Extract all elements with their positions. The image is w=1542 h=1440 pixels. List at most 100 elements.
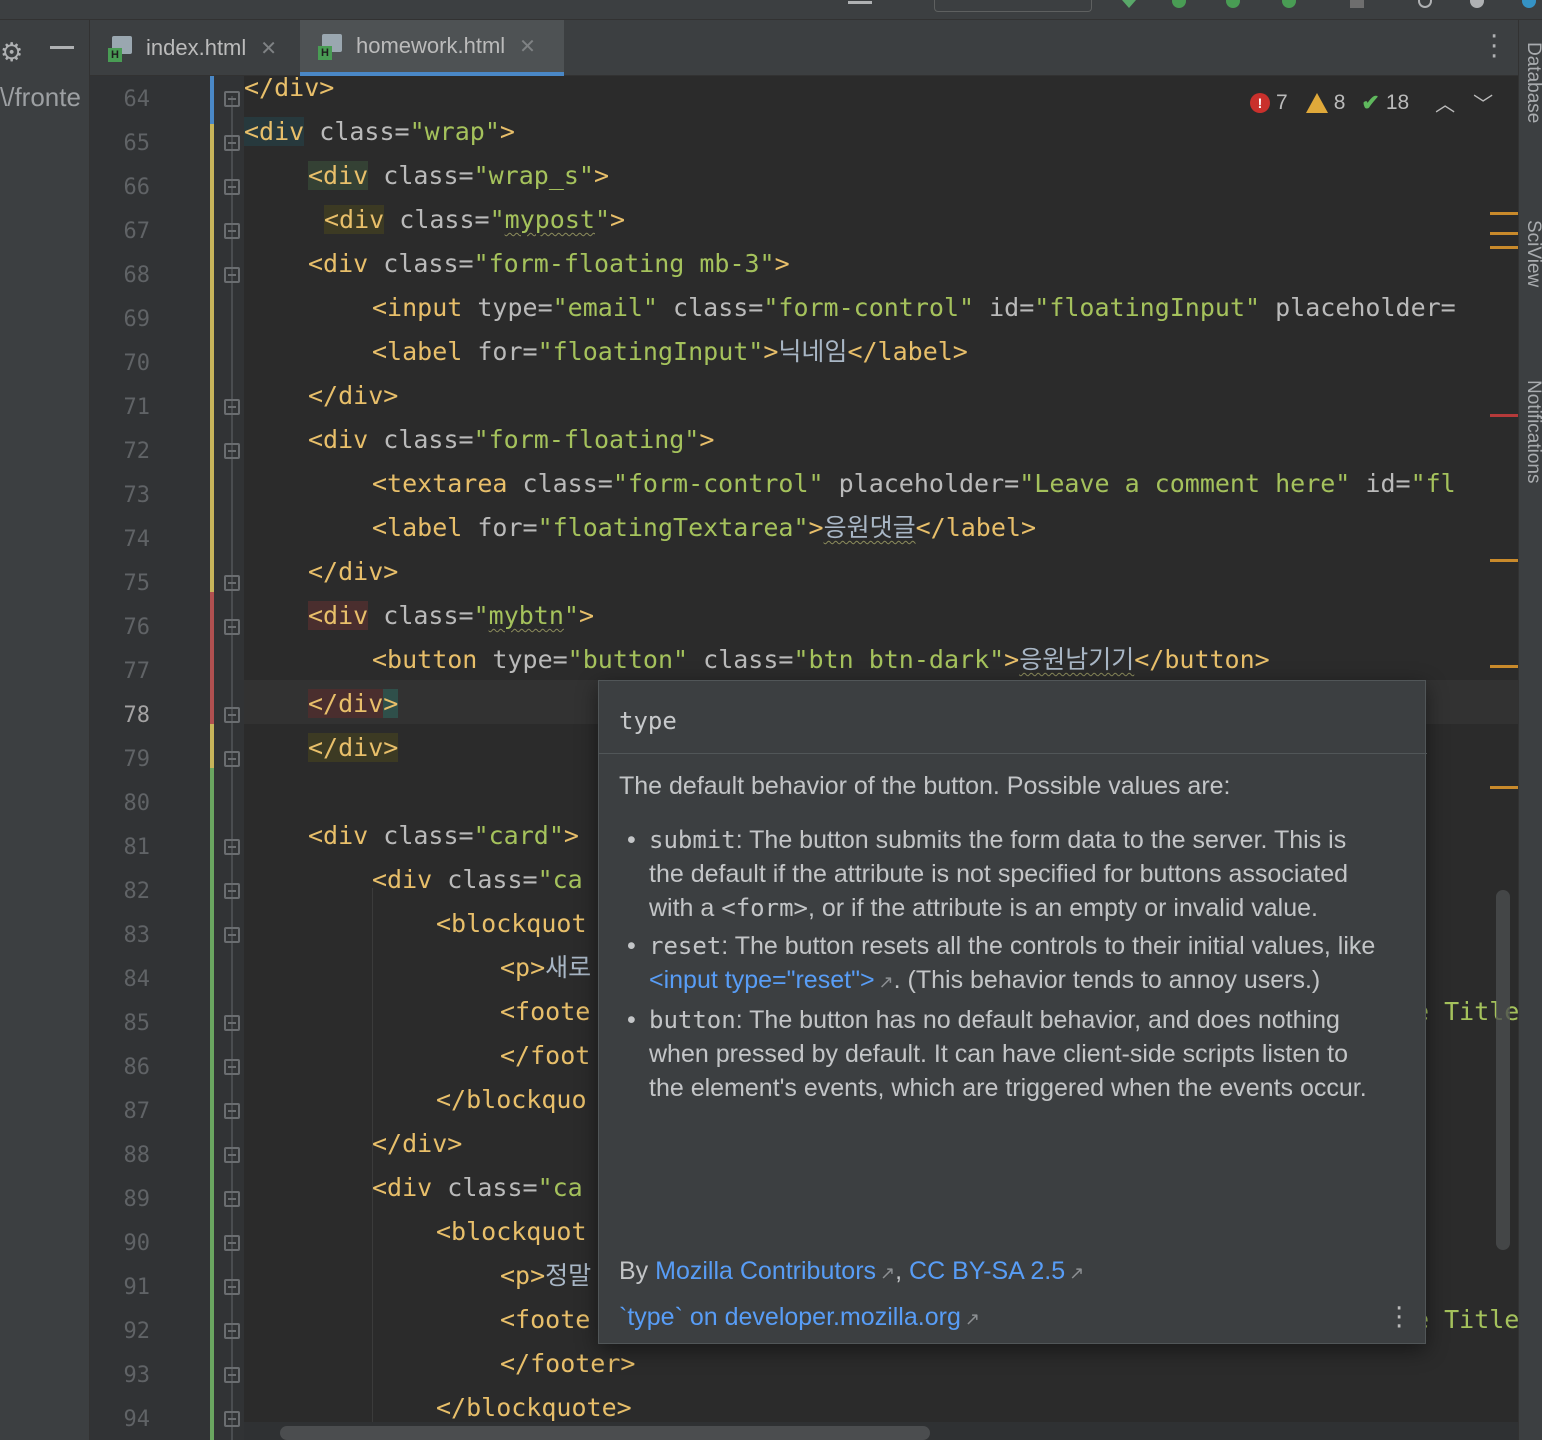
line-number: 93 <box>123 1363 151 1388</box>
fold-icon[interactable] <box>224 839 240 855</box>
code-line-93: </footer> <box>500 1349 636 1378</box>
coverage-icon[interactable] <box>1226 0 1240 8</box>
more-vertical-icon[interactable]: · · · <box>1490 24 1498 70</box>
fold-icon[interactable] <box>224 927 240 943</box>
vertical-scrollbar[interactable] <box>1496 890 1510 1250</box>
warning-marker[interactable] <box>1490 232 1518 235</box>
tab-index-html[interactable]: H index.html ✕ <box>90 20 300 76</box>
fold-icon[interactable] <box>224 575 240 591</box>
vcs-change-marker[interactable] <box>210 768 214 1440</box>
project-tool-window: ⚙ \/fronte <box>0 20 90 1440</box>
code-line-87: </blockquo <box>436 1085 587 1114</box>
doc-bullet-submit: submit: The button submits the form data… <box>619 823 1379 925</box>
fold-icon[interactable] <box>224 1191 240 1207</box>
mozilla-contributors-link[interactable]: Mozilla Contributors <box>655 1257 876 1285</box>
fold-icon[interactable] <box>224 1279 240 1295</box>
sciview-tool-button[interactable]: SciView <box>1522 220 1542 287</box>
fold-icon[interactable] <box>224 619 240 635</box>
line-number: 77 <box>123 659 151 684</box>
warning-marker[interactable] <box>1490 246 1518 249</box>
profile-icon[interactable] <box>1282 0 1296 8</box>
run-config-selector[interactable] <box>934 0 1092 12</box>
fold-icon[interactable] <box>224 223 240 239</box>
fold-icon[interactable] <box>224 1015 240 1031</box>
fold-icon[interactable] <box>224 1411 240 1427</box>
fold-icon[interactable] <box>224 1059 240 1075</box>
fold-icon[interactable] <box>224 179 240 195</box>
line-number: 86 <box>123 1055 151 1080</box>
error-marker[interactable] <box>1490 414 1518 417</box>
external-link-icon: ↗ <box>880 1263 896 1283</box>
ide-logo-icon <box>1522 0 1536 8</box>
fold-icon[interactable] <box>224 1235 240 1251</box>
line-number: 88 <box>123 1143 151 1168</box>
vcs-change-marker[interactable] <box>210 124 214 596</box>
debug-icon[interactable] <box>1172 0 1186 8</box>
warning-marker[interactable] <box>1490 786 1518 789</box>
doc-intro: The default behavior of the button. Poss… <box>619 772 1231 800</box>
vcs-change-marker[interactable] <box>210 592 214 724</box>
line-number: 90 <box>123 1231 151 1256</box>
warning-marker[interactable] <box>1490 559 1518 562</box>
code-line-86: </foot <box>500 1041 591 1070</box>
mdn-link[interactable]: `type` on developer.mozilla.org <box>619 1303 961 1331</box>
fold-icon[interactable] <box>224 1323 240 1339</box>
chevron-up-icon[interactable]: ︿ <box>1435 88 1455 117</box>
more-vertical-icon[interactable]: · · · <box>1395 1296 1403 1340</box>
fold-icon[interactable] <box>224 751 240 767</box>
line-number: 64 <box>123 87 151 112</box>
database-tool-button[interactable]: Database <box>1522 42 1542 123</box>
doc-title: type <box>619 707 677 735</box>
vcs-change-marker[interactable] <box>210 76 214 124</box>
fold-icon[interactable] <box>224 707 240 723</box>
fold-icon[interactable] <box>224 883 240 899</box>
code-line-71: </div> <box>308 381 399 410</box>
gear-icon[interactable]: ⚙ <box>0 38 23 68</box>
collapse-icon[interactable] <box>50 46 74 49</box>
input-reset-link[interactable]: <input type="reset"> <box>649 966 875 994</box>
code-line-65: <div class="wrap"> <box>244 117 515 146</box>
doc-footer: By Mozilla Contributors ↗, CC BY-SA 2.5 ↗ … <box>619 1257 1085 1331</box>
code-line-82: <div class="ca <box>372 865 583 894</box>
horizontal-scrollbar[interactable] <box>280 1426 930 1440</box>
fold-icon[interactable] <box>224 399 240 415</box>
line-number: 87 <box>123 1099 151 1124</box>
doc-separator <box>599 753 1427 754</box>
close-icon[interactable]: ✕ <box>519 34 536 59</box>
warning-marker[interactable] <box>1490 665 1518 668</box>
code-line-83: <blockquot <box>436 909 587 938</box>
code-line-67: <div class="mypost"> <box>324 205 626 234</box>
warning-marker[interactable] <box>1490 212 1518 215</box>
vcs-change-marker[interactable] <box>210 724 214 768</box>
project-tree-path[interactable]: \/fronte <box>0 82 81 113</box>
code-line-88: </div> <box>372 1129 463 1158</box>
run-icon[interactable] <box>1122 0 1136 8</box>
line-number: 92 <box>123 1319 151 1344</box>
close-icon[interactable]: ✕ <box>260 36 277 61</box>
line-number: 72 <box>123 439 151 464</box>
html-file-icon: H <box>108 34 134 62</box>
fold-icon[interactable] <box>224 1147 240 1163</box>
line-number: 82 <box>123 879 151 904</box>
fold-icon[interactable] <box>224 135 240 151</box>
tab-homework-html[interactable]: H homework.html ✕ <box>300 20 564 76</box>
license-link[interactable]: CC BY-SA 2.5 <box>909 1257 1065 1285</box>
quick-documentation-popup[interactable]: type The default behavior of the button.… <box>598 680 1427 1344</box>
code-line-75: </div> <box>308 557 399 586</box>
notifications-tool-button[interactable]: Notifications <box>1522 380 1542 484</box>
fold-icon[interactable] <box>224 443 240 459</box>
line-number: 81 <box>123 835 151 860</box>
fold-icon[interactable] <box>224 267 240 283</box>
settings-icon[interactable] <box>1470 0 1484 8</box>
stop-icon[interactable] <box>1350 0 1364 8</box>
fold-icon[interactable] <box>224 1367 240 1383</box>
toolbar-icon[interactable] <box>848 0 872 4</box>
fold-icon[interactable] <box>224 1103 240 1119</box>
fold-icon[interactable] <box>224 91 240 107</box>
search-icon[interactable] <box>1418 0 1432 8</box>
line-number: 85 <box>123 1011 151 1036</box>
inspection-widget[interactable]: ! 7 8 ✔ 18 ︿ ﹀ <box>1250 88 1493 117</box>
line-number: 79 <box>123 747 151 772</box>
chevron-down-icon[interactable]: ﹀ <box>1473 88 1493 117</box>
code-line-78: </div> <box>308 689 399 718</box>
